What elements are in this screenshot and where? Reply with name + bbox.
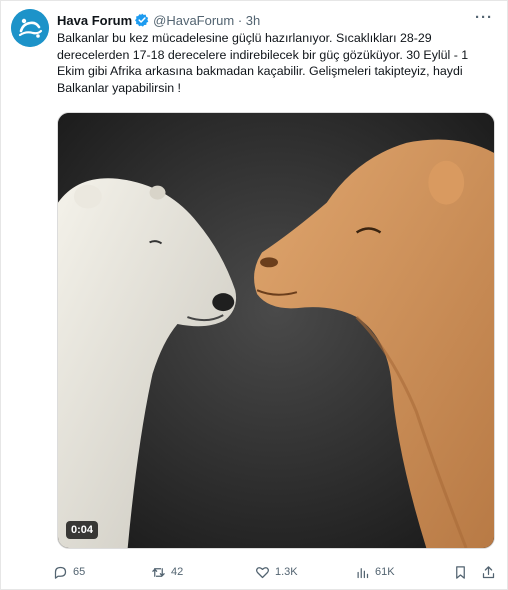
- tweet-text: Balkanlar bu kez mücadelesine güçlü hazı…: [57, 31, 469, 95]
- share-button[interactable]: [481, 563, 501, 581]
- views-button[interactable]: 61K: [355, 563, 395, 581]
- repost-icon: [152, 567, 165, 577]
- reply-icon: [54, 566, 67, 579]
- verified-badge-icon: [135, 13, 149, 27]
- reply-button[interactable]: 65: [53, 563, 85, 581]
- handle-and-time[interactable]: @HavaForum · 3h: [153, 13, 260, 28]
- tweet-header: Hava Forum @HavaForum · 3h ···: [57, 9, 495, 29]
- repost-button[interactable]: 42: [151, 563, 183, 581]
- repost-count: 42: [171, 566, 184, 578]
- like-count: 1.3K: [275, 566, 298, 578]
- bookmark-button[interactable]: [453, 563, 473, 581]
- tweet-card[interactable]: Hava Forum @HavaForum · 3h ··· Balkanlar…: [0, 0, 508, 590]
- view-count: 61K: [375, 566, 395, 578]
- bookmark-icon: [456, 565, 465, 579]
- hava-forum-logo-icon: [11, 9, 49, 47]
- video-thumbnail: [58, 113, 494, 548]
- tweet-actions: 65 42 1.3K 61K: [53, 563, 501, 581]
- share-icon: [482, 565, 495, 578]
- avatar[interactable]: [11, 9, 49, 47]
- video-duration: 0:04: [66, 521, 99, 539]
- author-name[interactable]: Hava Forum: [57, 13, 132, 28]
- video-player[interactable]: 0:04: [57, 112, 495, 549]
- reply-count: 65: [73, 566, 86, 578]
- like-button[interactable]: 1.3K: [255, 563, 298, 581]
- more-options-button[interactable]: ···: [475, 9, 493, 26]
- views-icon: [357, 567, 369, 578]
- heart-icon: [256, 566, 269, 578]
